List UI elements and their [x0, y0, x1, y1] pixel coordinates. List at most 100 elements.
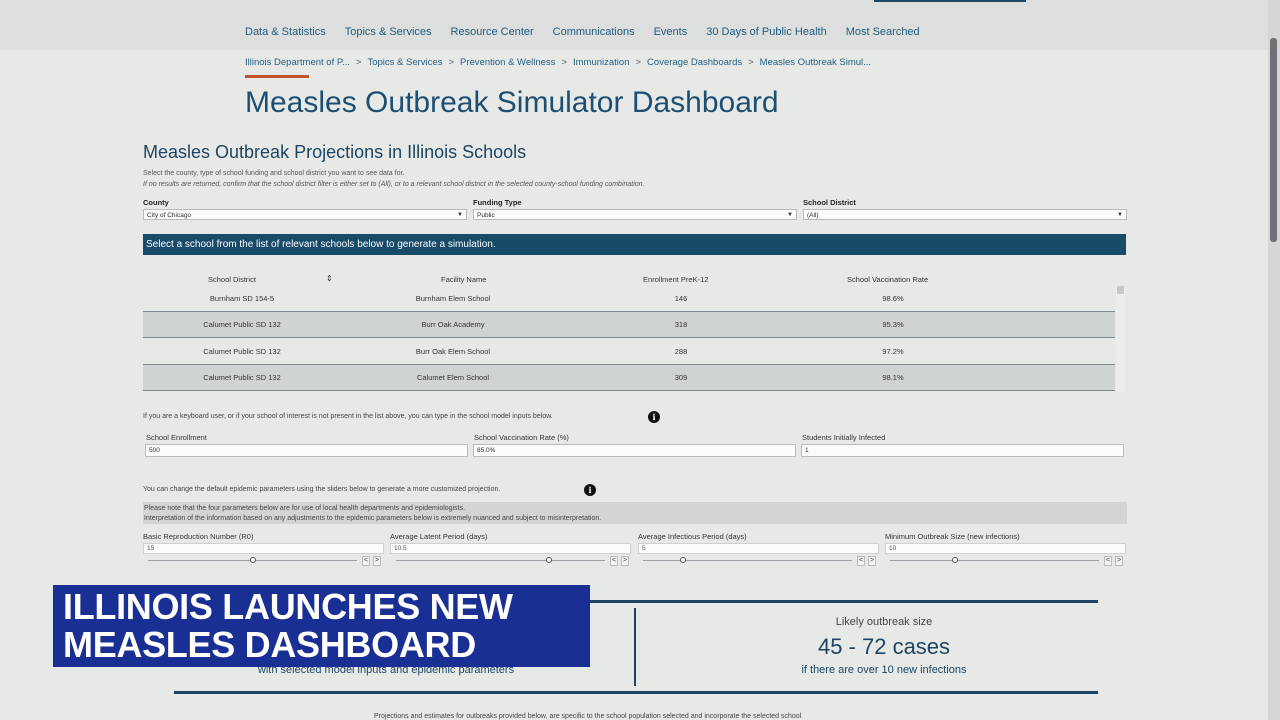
cell-school-district: Burnham SD 154-5 [209, 294, 275, 303]
breadcrumb-separator: > [635, 57, 642, 68]
breadcrumb-separator: > [561, 57, 567, 68]
breadcrumb-item-idph[interactable]: Illinois Department of P... [245, 57, 350, 68]
sort-icon[interactable]: ⇕ [326, 274, 333, 283]
min-outbreak-size-input[interactable]: 10 [885, 543, 1126, 554]
school-district-select[interactable]: (All) ▼ [803, 209, 1127, 220]
breadcrumb-underline [245, 75, 309, 78]
dropdown-arrow-icon: ▼ [787, 212, 793, 218]
slider-knob[interactable] [679, 557, 686, 563]
table-row[interactable]: Burnham SD 154-5 Burnham Elem School 146… [143, 286, 1115, 312]
projection-footnote: Projections and estimates for outbreaks … [374, 713, 802, 720]
breadcrumb-separator: > [355, 57, 362, 68]
table-row[interactable]: Calumet Public SD 132 Burr Oak Academy 3… [143, 312, 1115, 338]
slider-knob[interactable] [951, 557, 958, 563]
warning-line-2: Interpretation of the information based … [144, 515, 602, 522]
table-row[interactable]: Calumet Public SD 132 Burr Oak Elem Scho… [143, 339, 1115, 365]
infectious-period-input[interactable]: 5 [638, 543, 879, 554]
breadcrumb-separator: > [748, 57, 754, 68]
infectious-period-increment-button[interactable]: > [868, 556, 877, 566]
nav-most-searched[interactable]: Most Searched [846, 26, 920, 38]
r0-input[interactable]: 15 [143, 543, 384, 554]
top-nav-bar [0, 0, 1280, 50]
cell-facility-name: Calumet Elem School [416, 373, 490, 382]
column-header-vaccination-rate[interactable]: School Vaccination Rate [847, 275, 928, 284]
column-header-facility-name[interactable]: Facility Name [441, 275, 486, 284]
results-bottom-rule [174, 691, 1098, 694]
r0-decrement-button[interactable]: < [362, 556, 371, 566]
epidemic-parameters-note: You can change the default epidemic para… [143, 486, 501, 493]
page-scrollbar-thumb[interactable] [1270, 38, 1277, 242]
nav-30-days-public-health[interactable]: 30 Days of Public Health [706, 26, 826, 38]
main-nav: Data & Statistics Topics & Services Reso… [245, 26, 939, 38]
r0-slider[interactable] [148, 557, 357, 563]
slider-knob[interactable] [545, 557, 552, 563]
breadcrumb-item-topics[interactable]: Topics & Services [367, 57, 442, 68]
table-scrollbar[interactable] [1116, 286, 1125, 392]
cell-facility-name: Burnham Elem School [415, 294, 491, 303]
info-icon[interactable]: i [584, 484, 596, 496]
cell-school-district: Calumet Public SD 132 [203, 320, 281, 329]
table-scrollbar-thumb[interactable] [1117, 286, 1124, 294]
min-outbreak-size-label: Minimum Outbreak Size (new infections) [885, 532, 1020, 541]
funding-type-select[interactable]: Public ▼ [473, 209, 797, 220]
latent-period-input[interactable]: 10.5 [390, 543, 631, 554]
column-header-school-district[interactable]: School District [208, 275, 256, 284]
breadcrumb-item-coverage[interactable]: Coverage Dashboards [647, 57, 742, 68]
nav-topics-services[interactable]: Topics & Services [345, 26, 432, 38]
breadcrumb-item-current: Measles Outbreak Simul... [759, 57, 872, 68]
nav-resource-center[interactable]: Resource Center [451, 26, 534, 38]
dropdown-arrow-icon: ▼ [457, 212, 463, 218]
breadcrumb-item-prevention[interactable]: Prevention & Wellness [460, 57, 555, 68]
cell-vaccination-rate: 97.2% [882, 347, 904, 356]
cell-vaccination-rate: 98.6% [882, 294, 904, 303]
cell-vaccination-rate: 98.1% [882, 373, 904, 382]
cell-school-district: Calumet Public SD 132 [203, 373, 281, 382]
nav-communications[interactable]: Communications [553, 26, 635, 38]
cell-school-district: Calumet Public SD 132 [203, 347, 281, 356]
r0-increment-button[interactable]: > [373, 556, 382, 566]
latent-period-increment-button[interactable]: > [621, 556, 630, 566]
news-chyron: ILLINOIS LAUNCHES NEW MEASLES DASHBOARD [53, 585, 590, 667]
outbreak-size-label: Likely outbreak size [835, 616, 933, 628]
table-row[interactable]: Calumet Public SD 132 Calumet Elem Schoo… [143, 365, 1115, 391]
nav-data-statistics[interactable]: Data & Statistics [245, 26, 326, 38]
school-district-label: School District [803, 198, 856, 207]
info-icon[interactable]: i [648, 411, 660, 423]
results-divider [634, 608, 636, 686]
results-top-rule [588, 600, 1098, 603]
cell-enrollment: 309 [674, 373, 688, 382]
column-header-enrollment[interactable]: Enrollment PreK-12 [643, 275, 708, 284]
latent-period-decrement-button[interactable]: < [610, 556, 619, 566]
min-outbreak-size-increment-button[interactable]: > [1115, 556, 1124, 566]
dropdown-arrow-icon: ▼ [1117, 212, 1123, 218]
chyron-line-1: ILLINOIS LAUNCHES NEW [63, 586, 513, 627]
school-district-select-value: (All) [807, 212, 819, 219]
cell-enrollment: 288 [674, 347, 688, 356]
school-vaccination-rate-input[interactable]: 85.0% [473, 444, 796, 457]
filter-instruction: Select the county, type of school fundin… [143, 170, 405, 177]
cell-facility-name: Burr Oak Academy [421, 320, 485, 329]
min-outbreak-size-slider[interactable] [890, 557, 1099, 563]
county-select[interactable]: City of Chicago ▼ [143, 209, 467, 220]
students-initially-infected-label: Students Initially Infected [802, 433, 886, 442]
cell-enrollment: 146 [674, 294, 688, 303]
infectious-period-decrement-button[interactable]: < [857, 556, 866, 566]
latent-period-slider[interactable] [396, 557, 605, 563]
viz-title: Measles Outbreak Projections in Illinois… [143, 142, 527, 162]
latent-period-label: Average Latent Period (days) [390, 532, 488, 541]
cell-facility-name: Burr Oak Elem School [415, 347, 491, 356]
slider-knob[interactable] [249, 557, 256, 563]
breadcrumb-item-immunization[interactable]: Immunization [573, 57, 630, 68]
school-enrollment-input[interactable]: 500 [145, 444, 468, 457]
chyron-line-2: MEASLES DASHBOARD [63, 624, 476, 665]
students-initially-infected-input[interactable]: 1 [801, 444, 1124, 457]
r0-label: Basic Reproduction Number (R0) [143, 532, 254, 541]
warning-line-1: Please note that the four parameters bel… [144, 505, 466, 512]
infectious-period-slider[interactable] [643, 557, 852, 563]
parameters-warning: Please note that the four parameters bel… [143, 502, 1127, 524]
nav-events[interactable]: Events [654, 26, 688, 38]
cell-enrollment: 318 [674, 320, 688, 329]
filter-hint: If no results are returned, confirm that… [143, 181, 645, 188]
min-outbreak-size-decrement-button[interactable]: < [1104, 556, 1113, 566]
page-scrollbar[interactable] [1268, 0, 1280, 720]
